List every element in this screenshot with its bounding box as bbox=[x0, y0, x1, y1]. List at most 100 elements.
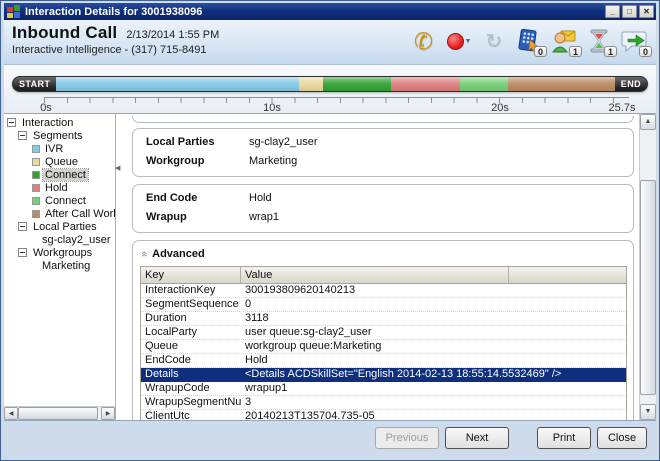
timeline-end-label: END bbox=[615, 77, 647, 91]
table-row[interactable]: WrapupSegmentNumber3 bbox=[141, 396, 626, 410]
vertical-scrollbar[interactable]: ▲ ▼ bbox=[639, 114, 656, 420]
wait-count-badge: 1 bbox=[604, 46, 617, 57]
tree-item-interaction[interactable]: Interaction bbox=[4, 116, 115, 129]
tree-item-segments[interactable]: Segments bbox=[4, 129, 115, 142]
record-dropdown-icon[interactable]: ▼ bbox=[465, 38, 472, 45]
transfer-events-button[interactable]: 0 bbox=[620, 27, 648, 55]
agents-button[interactable]: 1 bbox=[550, 27, 578, 55]
header-toolbar: ✆ ▼ ↻ 0 bbox=[410, 23, 648, 55]
tree-item-local-parties[interactable]: Local Parties bbox=[4, 220, 115, 233]
advanced-table: Key Value InteractionKey3001938096201402… bbox=[140, 266, 627, 420]
table-row[interactable]: InteractionKey300193809620140213 bbox=[141, 284, 626, 298]
tree-item-segment-queue[interactable]: Queue bbox=[4, 155, 115, 168]
tree-item-segment-hold[interactable]: Hold bbox=[4, 181, 115, 194]
tick-label-20s: 20s bbox=[491, 102, 509, 114]
phone-icon: ✆ bbox=[413, 27, 435, 56]
column-header-value[interactable]: Value bbox=[241, 267, 509, 283]
table-row[interactable]: LocalPartyuser queue:sg-clay2_user bbox=[141, 326, 626, 340]
field-label: Wrapup bbox=[133, 208, 249, 227]
advanced-header[interactable]: « Advanced bbox=[133, 245, 633, 263]
segment-color-swatch bbox=[32, 158, 40, 166]
timeline-segment-connect2[interactable] bbox=[460, 77, 508, 91]
splitter-collapse-icon[interactable]: ◀ bbox=[115, 164, 120, 172]
column-header-blank[interactable] bbox=[509, 267, 626, 283]
previous-button[interactable]: Previous bbox=[375, 427, 439, 449]
tree-item-segment-connect2[interactable]: Connect bbox=[4, 194, 115, 207]
tick-label-10s: 10s bbox=[263, 102, 281, 114]
tree-splitter[interactable]: ◀ bbox=[116, 114, 125, 420]
clipped-group-box bbox=[132, 116, 634, 123]
listen-button[interactable]: ✆ bbox=[410, 27, 438, 55]
tree-item-segment-ivr[interactable]: IVR bbox=[4, 142, 115, 155]
field-label: Local Parties bbox=[133, 133, 249, 152]
timeline-segment-after-call-work[interactable] bbox=[508, 77, 615, 91]
segment-color-swatch bbox=[32, 145, 40, 153]
timeline-ruler bbox=[44, 97, 629, 103]
segment-color-swatch bbox=[32, 171, 40, 179]
timeline-bar: START END bbox=[12, 76, 648, 92]
field-value: Hold bbox=[249, 189, 272, 208]
dialpad-events-button[interactable]: 0 bbox=[515, 27, 543, 55]
collapse-box-icon[interactable] bbox=[18, 131, 27, 140]
v-scroll-track[interactable] bbox=[640, 130, 656, 404]
advanced-group-box: « Advanced Key Value InteractionKey30019… bbox=[132, 240, 634, 420]
content-area: Interaction Segments IVR Queue Connect H… bbox=[4, 113, 656, 421]
tree-item-segment-connect-selected[interactable]: Connect bbox=[4, 168, 115, 181]
next-button[interactable]: Next bbox=[445, 427, 509, 449]
close-window-button[interactable]: ✕ bbox=[639, 5, 654, 18]
column-header-key[interactable]: Key bbox=[141, 267, 241, 283]
request-recording-button-disabled: ↻ bbox=[480, 27, 508, 55]
tree-item-workgroups[interactable]: Workgroups bbox=[4, 246, 115, 259]
segment-detail-panel: Local Partiessg-clay2_user WorkgroupMark… bbox=[125, 114, 639, 420]
scroll-up-icon[interactable]: ▲ bbox=[640, 114, 656, 130]
minimize-button[interactable]: _ bbox=[605, 5, 620, 18]
scroll-right-icon[interactable]: ▶ bbox=[101, 407, 115, 420]
replay-icon: ↻ bbox=[486, 29, 503, 54]
timeline-segment-ivr[interactable] bbox=[56, 77, 299, 91]
collapse-box-icon[interactable] bbox=[7, 118, 16, 127]
codes-group-box: End CodeHold Wrapupwrap1 bbox=[132, 184, 634, 233]
h-scroll-thumb[interactable] bbox=[18, 407, 98, 420]
title-bar: Interaction Details for 3001938096 _ □ ✕ bbox=[4, 3, 656, 20]
table-row[interactable]: Duration3118 bbox=[141, 312, 626, 326]
collapse-chevron-icon[interactable]: « bbox=[138, 251, 150, 257]
table-row[interactable]: ClientUtc20140213T135704.735-05 bbox=[141, 410, 626, 420]
record-button[interactable]: ▼ bbox=[445, 27, 473, 55]
field-value: wrap1 bbox=[249, 208, 279, 227]
tree-item-user[interactable]: sg-clay2_user bbox=[4, 233, 115, 246]
tree-item-workgroup-marketing[interactable]: Marketing bbox=[4, 259, 115, 272]
scroll-down-icon[interactable]: ▼ bbox=[640, 404, 656, 420]
field-label: End Code bbox=[133, 189, 249, 208]
table-row[interactable]: Queueworkgroup queue:Marketing bbox=[141, 340, 626, 354]
window-title: Interaction Details for 3001938096 bbox=[25, 6, 603, 18]
table-row-selected[interactable]: Details<Details ACDSkillSet="English 201… bbox=[141, 368, 626, 382]
v-scroll-thumb[interactable] bbox=[640, 180, 656, 395]
scroll-left-icon[interactable]: ◀ bbox=[4, 407, 18, 420]
timeline-segment-queue[interactable] bbox=[299, 77, 323, 91]
interaction-tree: Interaction Segments IVR Queue Connect H… bbox=[4, 114, 116, 420]
tick-label-end: 25.7s bbox=[609, 102, 636, 114]
segment-color-swatch bbox=[32, 197, 40, 205]
print-button[interactable]: Print bbox=[537, 427, 591, 449]
collapse-box-icon[interactable] bbox=[18, 222, 27, 231]
transfer-count-badge: 0 bbox=[639, 46, 652, 57]
tree-item-segment-after-call-work[interactable]: After Call Work bbox=[4, 207, 115, 220]
app-icon bbox=[7, 5, 21, 18]
close-button[interactable]: Close bbox=[597, 427, 647, 449]
table-row[interactable]: SegmentSequence0 bbox=[141, 298, 626, 312]
table-row[interactable]: WrapupCodewrapup1 bbox=[141, 382, 626, 396]
parties-group-box: Local Partiessg-clay2_user WorkgroupMark… bbox=[132, 128, 634, 177]
timeline-segment-hold[interactable] bbox=[391, 77, 460, 91]
tree-horizontal-scrollbar[interactable]: ◀ ▶ bbox=[4, 406, 115, 420]
field-label: Workgroup bbox=[133, 152, 249, 171]
wait-time-button[interactable]: 1 bbox=[585, 27, 613, 55]
h-scroll-track[interactable] bbox=[18, 407, 101, 420]
table-header: Key Value bbox=[141, 267, 626, 284]
maximize-button[interactable]: □ bbox=[622, 5, 637, 18]
collapse-box-icon[interactable] bbox=[18, 248, 27, 257]
field-value: sg-clay2_user bbox=[249, 133, 317, 152]
table-row[interactable]: EndCodeHold bbox=[141, 354, 626, 368]
timeline-segment-connect[interactable] bbox=[323, 77, 391, 91]
segment-color-swatch bbox=[32, 184, 40, 192]
call-header: Inbound Call 2/13/2014 1:55 PM Interacti… bbox=[4, 20, 656, 65]
